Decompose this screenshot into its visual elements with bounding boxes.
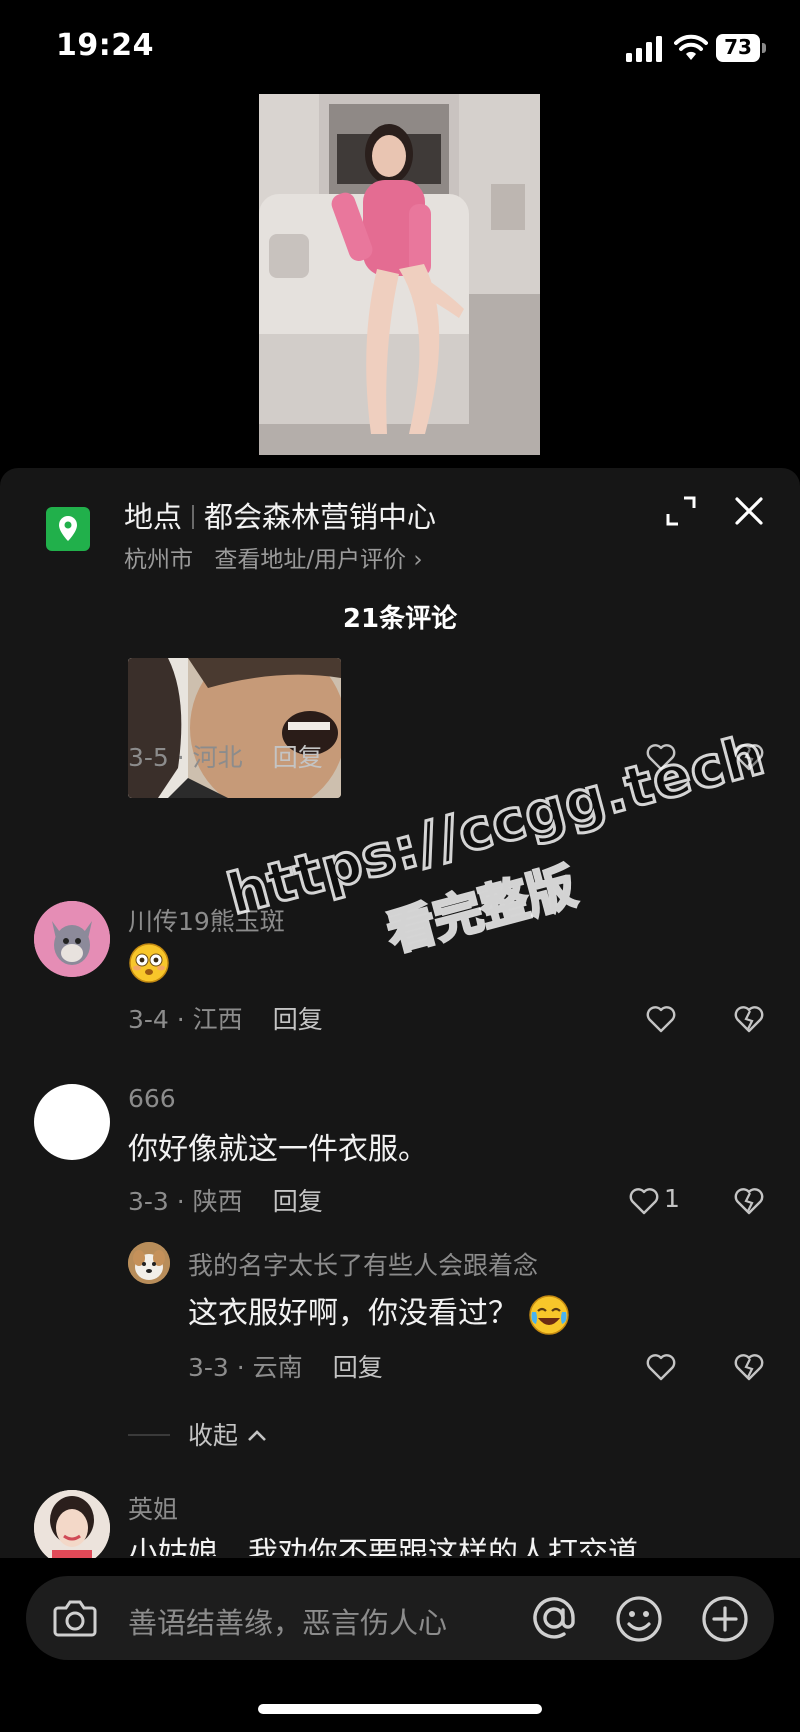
- comment-text: 小姑娘，我劝你不要跟这样的人打交道: [128, 1536, 638, 1556]
- expand-icon[interactable]: [664, 494, 698, 528]
- comment-meta: 3-3 · 陕西 回复: [128, 1182, 323, 1218]
- avatar[interactable]: [128, 1242, 170, 1284]
- comment-clip: 小姑娘，我劝你不要跟这样的人打交道: [0, 1528, 800, 1556]
- avatar[interactable]: [34, 901, 110, 977]
- comment-text: 你好像就这一件衣服。: [128, 1132, 428, 1167]
- video-photo[interactable]: [259, 94, 540, 455]
- location-subtitle: 杭州市 查看地址/用户评价 ›: [124, 540, 423, 574]
- comment-sheet: 地点 都会森林营销中心 杭州市 查看地址/用户评价 › 21条评论 3-5 · …: [0, 468, 800, 1732]
- avatar[interactable]: [34, 1084, 110, 1160]
- like-icon[interactable]: [628, 1186, 660, 1216]
- location-link[interactable]: 查看地址/用户评价 ›: [214, 547, 422, 573]
- status-time: 19:24: [56, 28, 154, 63]
- comment-username[interactable]: 川传19熊玉斑: [128, 902, 285, 938]
- reply-text-content: 这衣服好啊，你没看过？: [188, 1296, 518, 1331]
- status-bar: 19:24 73: [0, 0, 800, 96]
- reply-button[interactable]: 回复: [273, 1005, 323, 1034]
- signal-icon: [626, 36, 662, 62]
- dislike-icon[interactable]: [733, 1352, 765, 1382]
- comment-username[interactable]: 英姐: [128, 1490, 178, 1526]
- joy-emoji-icon: [528, 1294, 569, 1335]
- screen: 19:24 73 地点 都会森林营销中心 杭州市 查看地址/用户评价 › 21条…: [0, 0, 800, 1732]
- battery-icon: 73: [716, 34, 768, 62]
- comment-input[interactable]: 善语结善缘，恶言伤人心: [26, 1576, 774, 1660]
- comment-meta: 3-4 · 江西 回复: [128, 1000, 323, 1036]
- home-indicator: [258, 1704, 542, 1714]
- comment-input-placeholder: 善语结善缘，恶言伤人心: [128, 1606, 448, 1640]
- battery-level: 73: [724, 35, 752, 59]
- location-separator: [192, 505, 195, 529]
- reply-button[interactable]: 回复: [273, 1187, 323, 1216]
- camera-icon[interactable]: [52, 1596, 98, 1640]
- comment-count: 21条评论: [342, 604, 458, 634]
- dislike-icon[interactable]: [733, 1186, 765, 1216]
- comment-date: 3-4 · 江西: [128, 1005, 243, 1034]
- like-icon[interactable]: [645, 742, 677, 772]
- emoji-picker-icon[interactable]: [614, 1594, 664, 1644]
- location-pin-icon: [46, 507, 90, 551]
- location-label: 地点: [124, 500, 183, 534]
- dislike-icon[interactable]: [733, 1004, 765, 1034]
- wifi-icon: [674, 34, 708, 60]
- comment-meta: 3-5 · 河北 回复: [128, 738, 323, 774]
- collapse-label: 收起: [188, 1421, 239, 1450]
- comment-input-bar: 善语结善缘，恶言伤人心: [0, 1558, 800, 1732]
- location-city: 杭州市: [124, 547, 193, 573]
- like-count: 1: [664, 1184, 680, 1213]
- comment-image[interactable]: [128, 658, 341, 798]
- chevron-up-icon: [248, 1430, 266, 1441]
- comment-text: [128, 942, 170, 984]
- location-title: 地点 都会森林营销中心: [124, 494, 436, 536]
- reply-username[interactable]: 我的名字太长了有些人会跟着念: [188, 1246, 538, 1282]
- add-icon[interactable]: [700, 1594, 750, 1644]
- flushed-emoji-icon: [129, 943, 169, 983]
- comment-username[interactable]: 666: [128, 1084, 176, 1113]
- dislike-icon[interactable]: [733, 742, 765, 772]
- reply-meta: 3-3 · 云南 回复: [188, 1348, 383, 1384]
- close-icon[interactable]: [732, 494, 766, 528]
- like-icon[interactable]: [645, 1004, 677, 1034]
- collapse-button[interactable]: 收起: [188, 1416, 268, 1452]
- location-name: 都会森林营销中心: [204, 500, 437, 534]
- mention-icon[interactable]: [528, 1592, 580, 1644]
- photo-image: [259, 94, 540, 455]
- collapse-divider: [128, 1434, 170, 1436]
- comment-date: 3-5 · 河北: [128, 743, 243, 772]
- comment-date: 3-3 · 云南: [188, 1353, 303, 1382]
- location-bar[interactable]: 地点 都会森林营销中心 杭州市 查看地址/用户评价 ›: [0, 468, 800, 573]
- reply-button[interactable]: 回复: [333, 1353, 383, 1382]
- reply-button[interactable]: 回复: [273, 743, 323, 772]
- like-icon[interactable]: [645, 1352, 677, 1382]
- reply-text: 这衣服好啊，你没看过？: [188, 1288, 570, 1336]
- comment-date: 3-3 · 陕西: [128, 1187, 243, 1216]
